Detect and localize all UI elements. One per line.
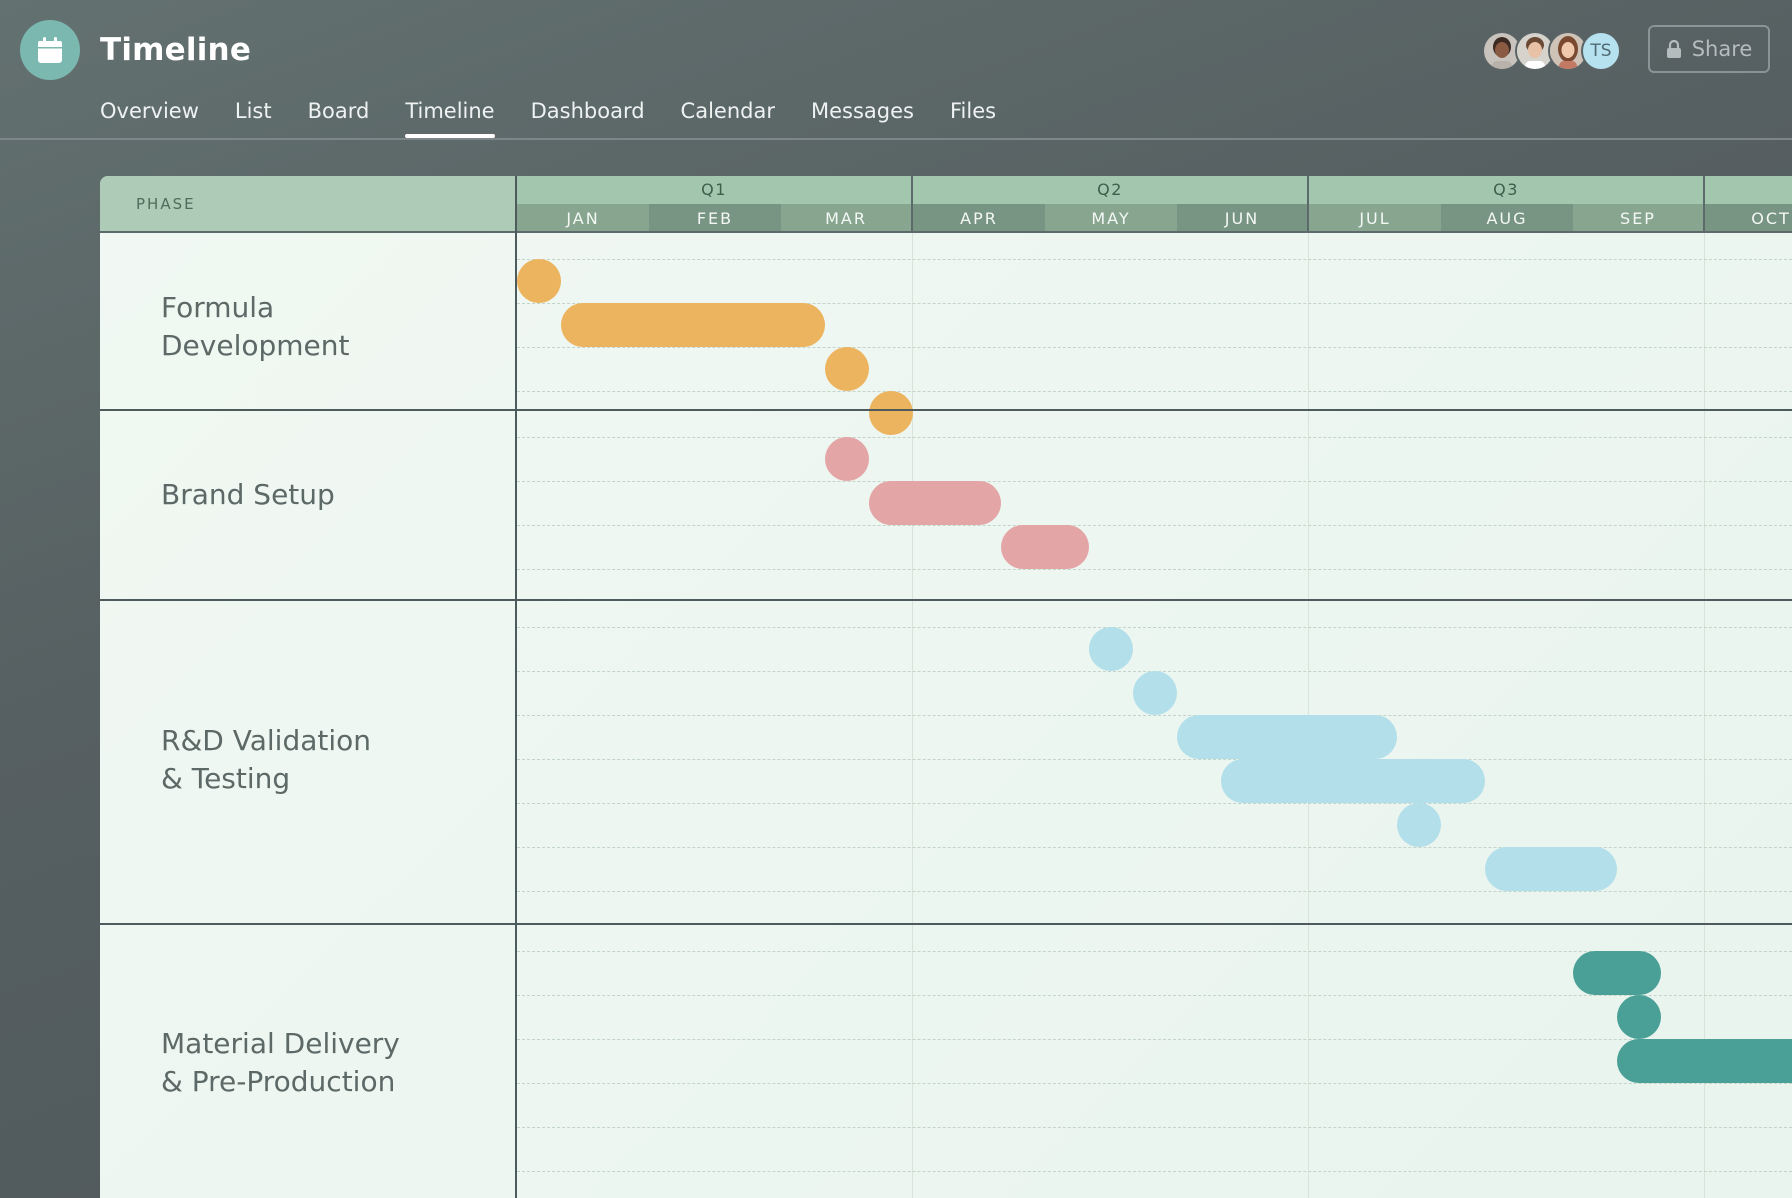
month-sep: SEP: [1573, 204, 1705, 233]
task-bar[interactable]: [1220, 759, 1485, 803]
lane-gridline: [517, 525, 1792, 526]
page-title: Timeline: [100, 32, 252, 68]
phase-row-brand-setup[interactable]: Brand Setup: [100, 411, 1792, 599]
tab-timeline[interactable]: Timeline: [405, 96, 495, 140]
phase-label: Formula Development: [161, 289, 350, 365]
month-apr: APR: [913, 204, 1045, 233]
tab-messages[interactable]: Messages: [811, 96, 914, 140]
lane-gridline: [517, 627, 1792, 628]
task-bar[interactable]: [1177, 715, 1398, 759]
phase-row-rnd-validation[interactable]: R&D Validation & Testing: [100, 601, 1792, 923]
phase-header-label: PHASE: [136, 195, 196, 213]
quarter-q1: Q1: [517, 176, 913, 204]
task-bar[interactable]: [1001, 525, 1089, 569]
phase-row-material-delivery[interactable]: Material Delivery & Pre-Production: [100, 925, 1792, 1198]
task-bar[interactable]: [517, 259, 561, 303]
phase-column-divider: [515, 176, 517, 1198]
lane-gridline: [517, 259, 1792, 260]
app-logo[interactable]: [20, 20, 80, 80]
tab-board[interactable]: Board: [308, 96, 370, 140]
lane-gridline: [517, 1171, 1792, 1172]
phase-label-line: Development: [161, 329, 350, 362]
lane-gridline: [517, 569, 1792, 570]
quarter-q4-partial: [1705, 176, 1792, 204]
quarter-q3: Q3: [1309, 176, 1705, 204]
share-button[interactable]: Share: [1648, 25, 1770, 73]
month-jun: JUN: [1177, 204, 1309, 233]
month-feb: FEB: [649, 204, 781, 233]
phase-label-line: & Testing: [161, 762, 291, 795]
lane-gridline: [517, 1083, 1792, 1084]
phase-label-line: & Pre-Production: [161, 1065, 396, 1098]
lane-gridline: [517, 1039, 1792, 1040]
task-bar[interactable]: [1133, 671, 1178, 715]
lane-gridline: [517, 803, 1792, 804]
phase-label-line: R&D Validation: [161, 724, 372, 757]
lane-gridline: [517, 481, 1792, 482]
header-divider: [0, 138, 1792, 140]
lane-gridline: [517, 995, 1792, 996]
quarter-header-row: Q1 Q2 Q3: [517, 176, 1792, 204]
lane-gridline: [517, 437, 1792, 438]
task-bar[interactable]: [1616, 995, 1662, 1039]
phase-label-line: Material Delivery: [161, 1027, 400, 1060]
phase-column-header: PHASE: [100, 176, 516, 233]
task-bar[interactable]: [869, 481, 1002, 525]
task-bar[interactable]: [560, 303, 825, 347]
project-tabs: Overview List Board Timeline Dashboard C…: [100, 96, 1032, 140]
share-label: Share: [1691, 37, 1753, 61]
lane-gridline: [517, 391, 1792, 392]
task-bar[interactable]: [1616, 1039, 1792, 1083]
task-bar[interactable]: [1088, 627, 1134, 671]
month-jul: JUL: [1309, 204, 1441, 233]
timeline-grid: PHASE Q1 Q2 Q3 JAN FEB MAR APR MAY JUN J…: [100, 176, 1792, 1198]
task-bar[interactable]: [1484, 847, 1617, 891]
task-bar[interactable]: [1397, 803, 1442, 847]
tab-calendar[interactable]: Calendar: [681, 96, 775, 140]
phase-label: Material Delivery & Pre-Production: [161, 1025, 400, 1101]
month-aug: AUG: [1441, 204, 1573, 233]
month-oct: OCT: [1705, 204, 1792, 233]
phase-label-line: Brand Setup: [161, 478, 335, 511]
task-bar[interactable]: [824, 347, 870, 391]
lane-gridline: [517, 891, 1792, 892]
tab-files[interactable]: Files: [950, 96, 996, 140]
quarter-q2: Q2: [913, 176, 1309, 204]
month-may: MAY: [1045, 204, 1177, 233]
month-mar: MAR: [781, 204, 913, 233]
task-bar[interactable]: [824, 437, 870, 481]
lane-gridline: [517, 759, 1792, 760]
month-header-row: JAN FEB MAR APR MAY JUN JUL AUG SEP OCT: [517, 204, 1792, 233]
tab-dashboard[interactable]: Dashboard: [531, 96, 645, 140]
phase-row-formula-development[interactable]: Formula Development: [100, 233, 1792, 435]
lane-gridline: [517, 347, 1792, 348]
tab-overview[interactable]: Overview: [100, 96, 199, 140]
phase-label: Brand Setup: [161, 476, 335, 514]
lock-icon: [1666, 39, 1681, 58]
lane-gridline: [517, 1127, 1792, 1128]
calendar-icon: [38, 37, 62, 63]
app-root: Timeline TS Share Overview List Board Ti…: [0, 0, 1792, 1198]
tab-list[interactable]: List: [235, 96, 272, 140]
avatar-initials[interactable]: TS: [1581, 31, 1621, 71]
task-bar[interactable]: [1573, 951, 1662, 995]
phase-label: R&D Validation & Testing: [161, 722, 371, 798]
month-jan: JAN: [517, 204, 649, 233]
phase-label-line: Formula: [161, 291, 275, 324]
lane-gridline: [517, 715, 1792, 716]
